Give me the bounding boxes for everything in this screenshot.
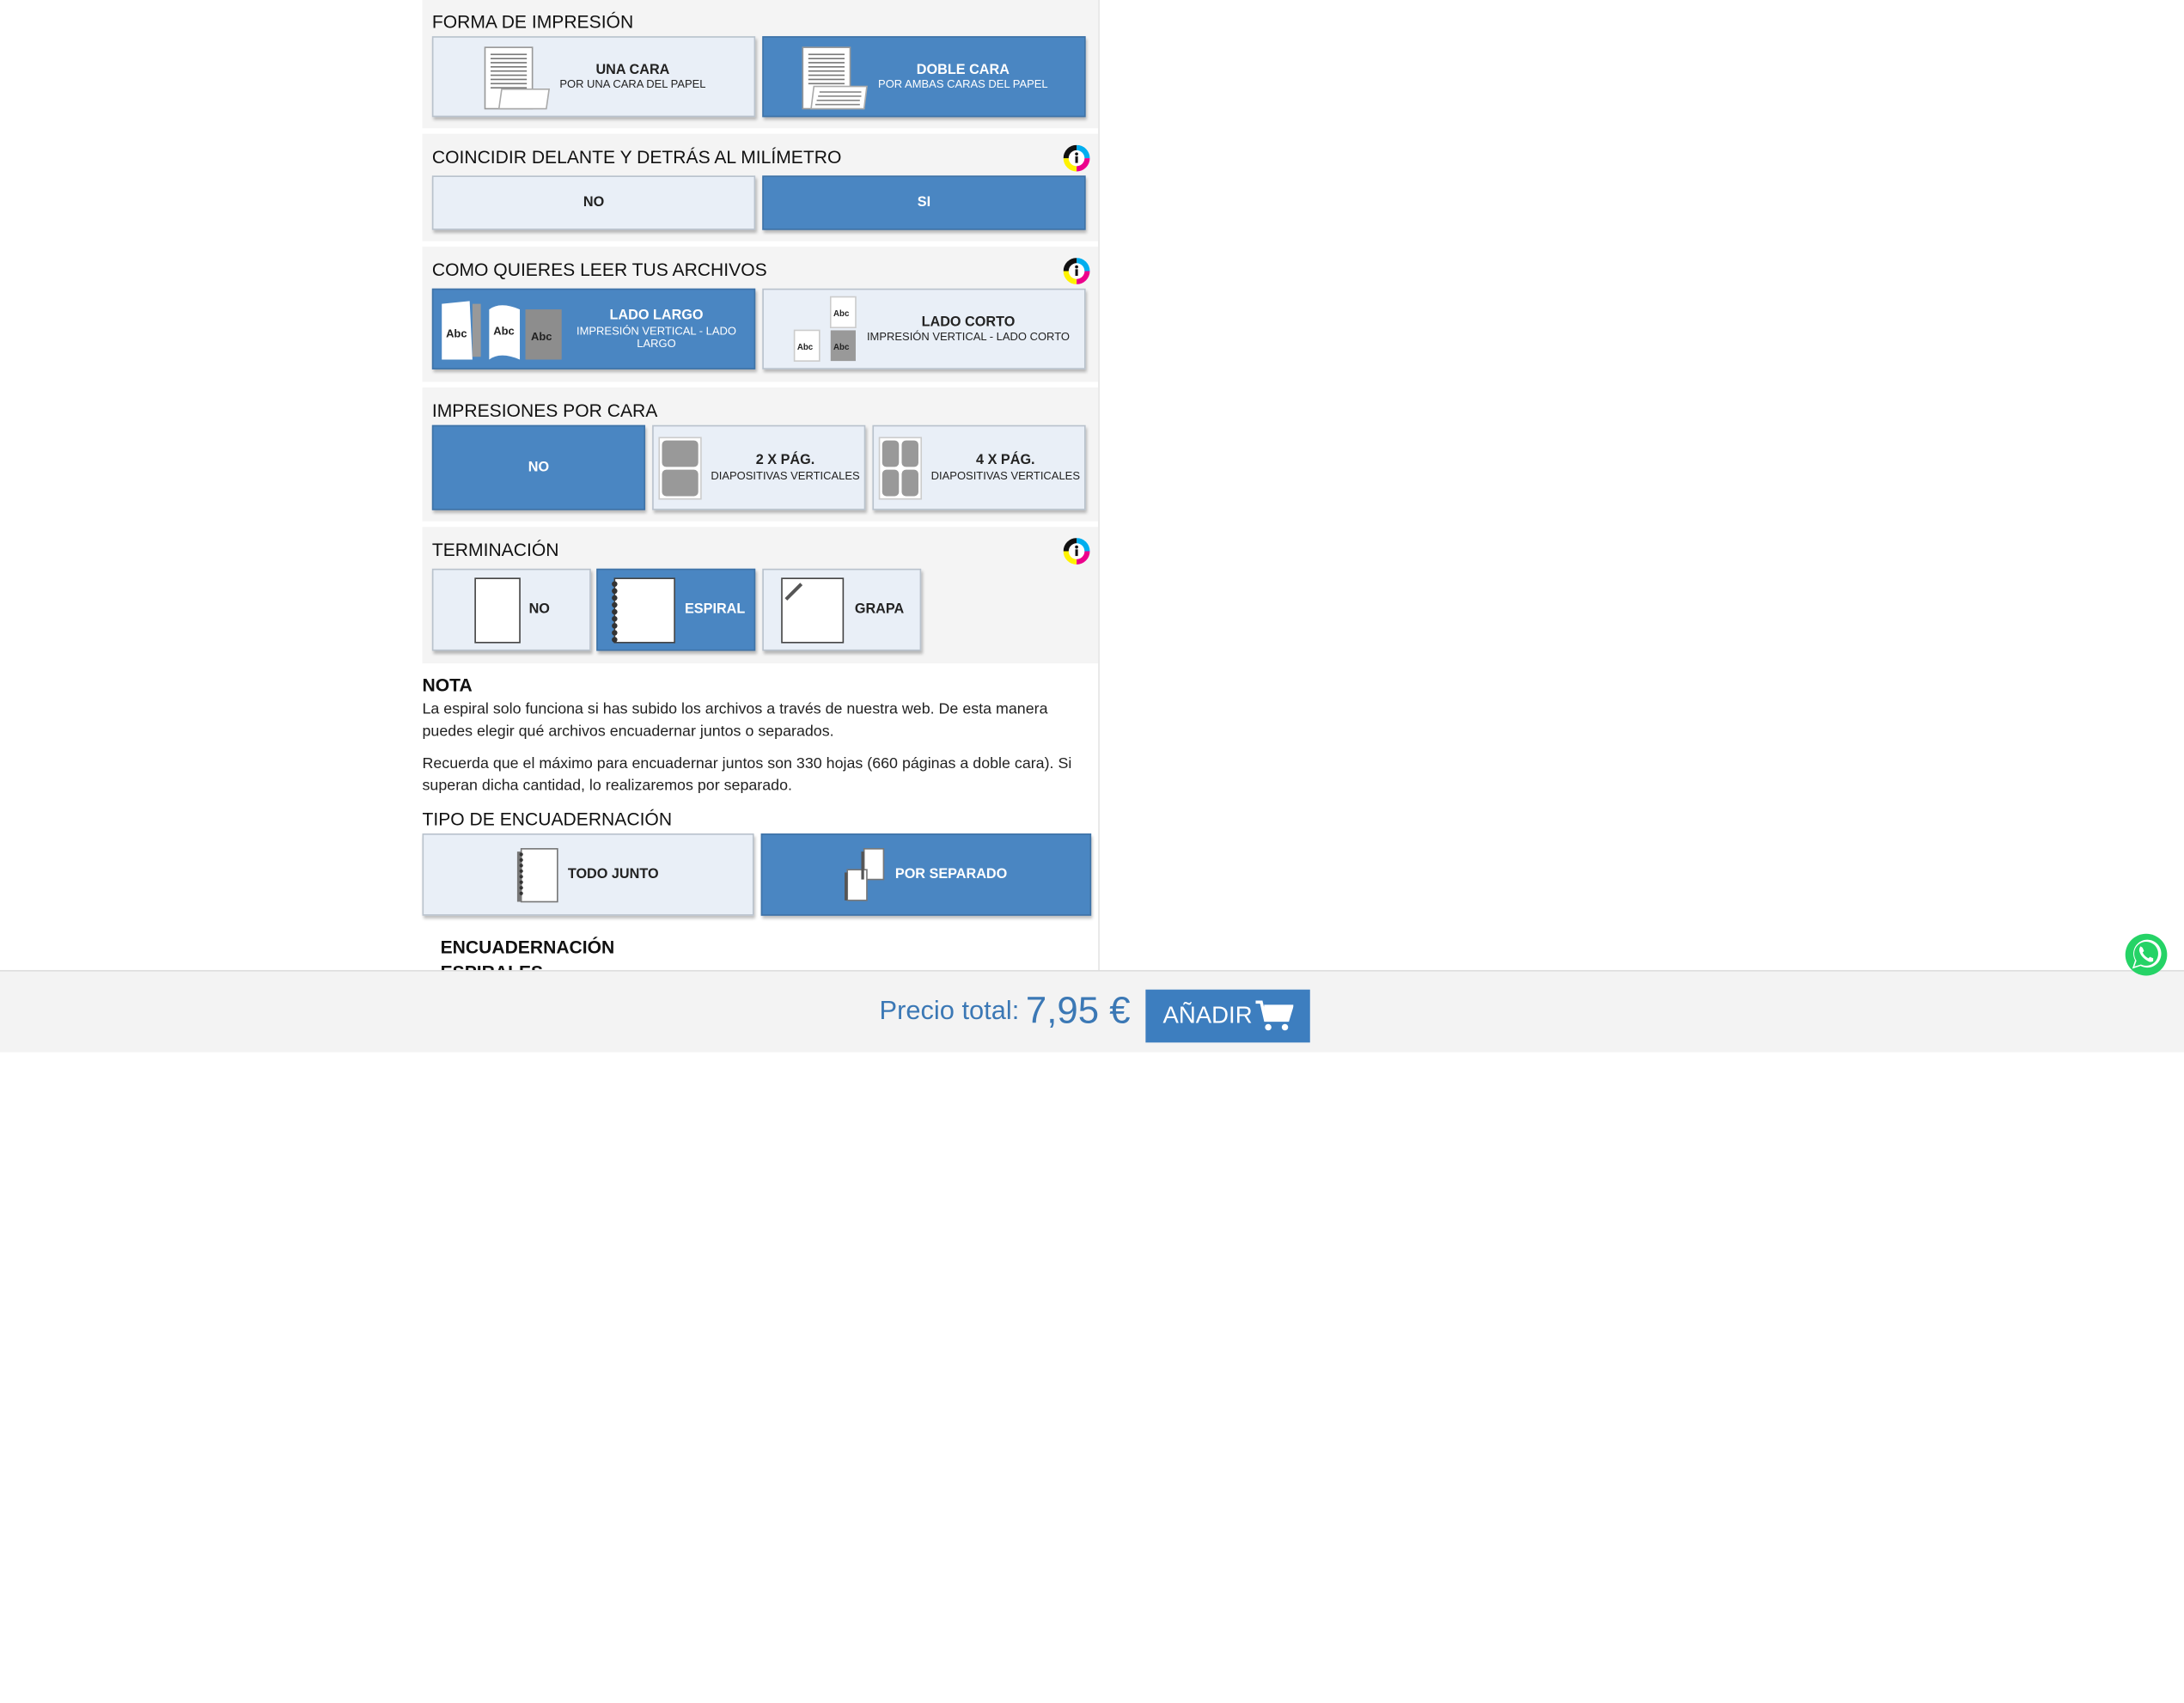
option-subtitle: IMPRESIÓN VERTICAL - LADO LARGO: [576, 324, 737, 350]
section-title: TERMINACIÓN: [431, 539, 559, 561]
option-grapa[interactable]: GRAPA: [762, 568, 922, 651]
option-label: TODO JUNTO: [567, 866, 659, 882]
separate-documents-icon: [845, 847, 885, 900]
short-edge-flip-icon: Abc Abc Abc: [793, 296, 857, 362]
shopping-cart-icon: [1254, 1000, 1293, 1031]
section-title: ENCUADERNACIÓN: [440, 937, 615, 958]
section-title: IMPRESIONES POR CARA: [431, 400, 658, 421]
info-icon[interactable]: [1063, 144, 1090, 172]
section-title: FORMA DE IMPRESIÓN: [431, 10, 634, 33]
bound-together-icon: [517, 847, 559, 902]
four-per-page-icon: [878, 436, 923, 499]
note-paragraph-1: La espiral solo funciona si has subido l…: [422, 700, 1048, 740]
abc-text: Abc: [531, 330, 552, 343]
abc-text: Abc: [797, 343, 814, 352]
spiral-binding-icon: [612, 577, 676, 643]
option-espiral[interactable]: ESPIRAL: [596, 568, 756, 651]
option-subtitle: DIAPOSITIVAS VERTICALES: [711, 469, 860, 482]
option-todo-junto[interactable]: TODO JUNTO: [422, 833, 754, 916]
option-por-separado[interactable]: POR SEPARADO: [760, 833, 1092, 916]
option-coincidir-si[interactable]: SI: [762, 175, 1086, 230]
option-title: 4 X PÁG.: [976, 453, 1035, 469]
option-label: NO: [583, 195, 605, 211]
note-title: NOTA: [422, 674, 473, 696]
option-doble-cara[interactable]: DOBLE CARA POR AMBAS CARAS DEL PAPEL: [762, 36, 1086, 118]
whatsapp-icon[interactable]: [2124, 932, 2169, 977]
info-icon[interactable]: [1063, 258, 1090, 284]
section-title: TIPO DE ENCUADERNACIÓN: [422, 808, 673, 830]
section-title: COMO QUIERES LEER TUS ARCHIVOS: [431, 259, 767, 281]
option-subtitle: DIAPOSITIVAS VERTICALES: [930, 469, 1081, 482]
add-label: AÑADIR: [1162, 1002, 1253, 1029]
option-label: GRAPA: [854, 601, 905, 618]
section-title: COINCIDIR DELANTE Y DETRÁS AL MILÍMETRO: [431, 146, 842, 168]
abc-text: Abc: [493, 324, 515, 337]
option-4-por-pagina[interactable]: 4 X PÁG. DIAPOSITIVAS VERTICALES: [872, 424, 1086, 510]
option-label: NO: [528, 460, 550, 476]
option-lado-largo[interactable]: Abc Abc Abc LADO LARGO IMPRESIÓN VERTICA…: [431, 288, 756, 369]
staple-icon: [781, 577, 845, 643]
option-title: DOBLE CARA: [916, 62, 1010, 78]
abc-text: Abc: [833, 343, 850, 352]
note-paragraph-2: Recuerda que el máximo para encuadernar …: [422, 755, 1072, 794]
option-title: LADO CORTO: [921, 314, 1016, 330]
option-label: SI: [917, 195, 931, 211]
option-title: LADO LARGO: [609, 308, 704, 324]
option-por-cara-no[interactable]: NO: [431, 424, 646, 510]
option-subtitle: POR AMBAS CARAS DEL PAPEL: [878, 78, 1048, 91]
option-2-por-pagina[interactable]: 2 X PÁG. DIAPOSITIVAS VERTICALES: [652, 424, 866, 510]
option-subtitle: POR UNA CARA DEL PAPEL: [559, 78, 706, 91]
option-title: 2 X PÁG.: [755, 453, 815, 469]
option-terminacion-no[interactable]: NO: [431, 568, 591, 651]
single-sided-page-icon: [483, 46, 550, 110]
double-sided-page-icon: [802, 46, 868, 110]
price-value: 7,95 €: [1025, 989, 1131, 1032]
option-coincidir-no[interactable]: NO: [431, 175, 756, 230]
two-per-page-icon: [658, 436, 702, 499]
section-title-partial: ESPIRALES: [441, 961, 544, 970]
option-label: ESPIRAL: [684, 601, 746, 618]
info-icon[interactable]: [1063, 538, 1090, 565]
abc-text: Abc: [833, 309, 850, 319]
option-title: UNA CARA: [595, 62, 670, 78]
add-to-cart-button[interactable]: AÑADIR: [1145, 989, 1310, 1043]
option-label: NO: [528, 601, 550, 618]
price-label: Precio total:: [879, 996, 1020, 1026]
option-label: POR SEPARADO: [894, 866, 1008, 882]
blank-page-icon: [473, 577, 521, 643]
long-edge-flip-icon: Abc Abc Abc: [442, 301, 562, 360]
option-una-cara[interactable]: UNA CARA POR UNA CARA DEL PAPEL: [431, 36, 756, 118]
abc-text: Abc: [446, 327, 467, 340]
option-lado-corto[interactable]: Abc Abc Abc LADO CORTO IMPRESIÓN VERTICA…: [762, 288, 1086, 369]
option-subtitle: IMPRESIÓN VERTICAL - LADO CORTO: [866, 330, 1070, 344]
